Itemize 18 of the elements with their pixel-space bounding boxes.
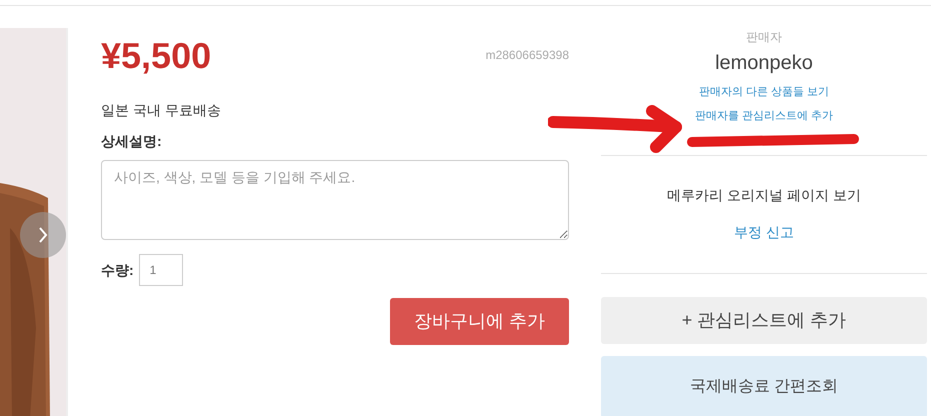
original-page-link[interactable]: 메루카리 오리지널 페이지 보기 xyxy=(667,185,861,206)
seller-link[interactable]: 판매자를 관심리스트에 추가 xyxy=(694,108,834,124)
next-button[interactable] xyxy=(20,212,66,258)
report-link[interactable]: 부정 신고 xyxy=(734,222,794,243)
item-id: m28606659398 xyxy=(486,47,569,64)
quantity-field[interactable]: 1 xyxy=(138,254,183,286)
add-to-cart-button[interactable]: 장바구니에 추가 xyxy=(390,298,569,345)
price: ¥5,500 xyxy=(101,34,212,78)
description-label: 상세설명: xyxy=(101,132,162,151)
seller-name: lemonpeko xyxy=(715,51,813,76)
shipping-note: 일본 국내 무료배송 xyxy=(101,101,221,120)
watchlist-button[interactable]: + 관심리스트에 추가 xyxy=(601,297,927,344)
seller-link[interactable]: 판매자의 다른 상품들 보기 xyxy=(698,84,830,100)
description-field[interactable]: 사이즈, 색상, 모델 등을 기입해 주세요. xyxy=(101,160,569,240)
chevron-right-icon xyxy=(38,226,48,244)
quantity-label: 수량: xyxy=(101,260,134,280)
shipping-calc-button[interactable]: 국제배송료 간편조회 xyxy=(601,356,927,416)
seller-heading: 판매자 xyxy=(746,29,782,46)
